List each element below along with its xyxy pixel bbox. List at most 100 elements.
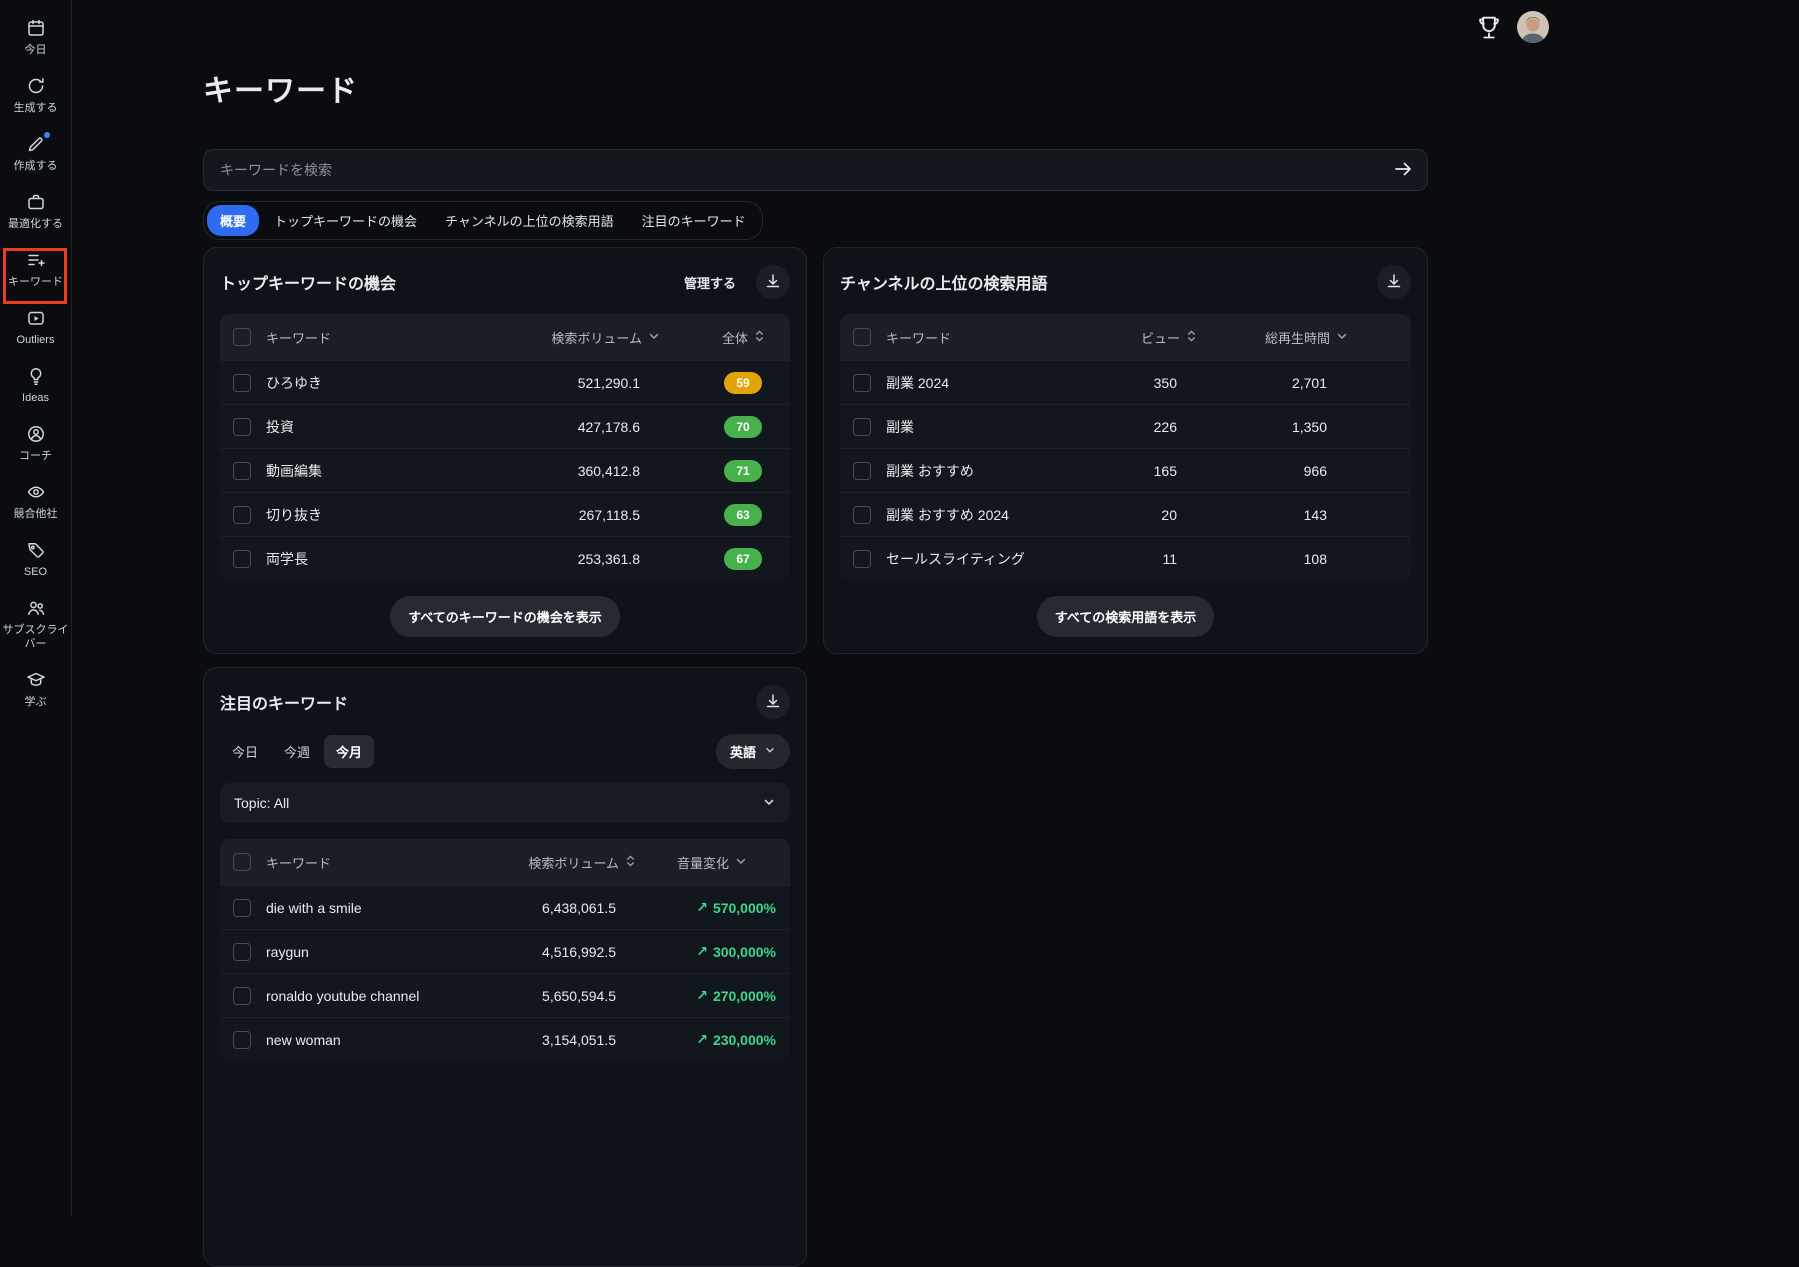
keyword-cell: ronaldo youtube channel — [266, 987, 420, 1004]
keyword-search-input[interactable] — [204, 162, 1379, 178]
card-channel-top-search-terms: チャンネルの上位の検索用語 キーワード ビュー 総再生時間 副業 2024 35… — [823, 247, 1428, 654]
sidebar-item-coach[interactable]: コーチ — [1, 424, 71, 463]
sidebar-item-outliers[interactable]: Outliers — [1, 308, 71, 347]
sidebar-item-label: 最適化する — [8, 218, 63, 230]
row-checkbox[interactable] — [853, 505, 871, 524]
sidebar-item-learn[interactable]: 学ぶ — [1, 670, 71, 709]
lightbulb-icon — [26, 366, 46, 386]
volume-change-cell: ↗ 270,000% — [696, 987, 776, 1004]
table-row[interactable]: ひろゆき 521,290.1 59 — [220, 360, 790, 404]
trend-up-icon: ↗ — [696, 987, 708, 1003]
volume-cell: 4,516,992.5 — [542, 943, 616, 960]
search-submit-button[interactable] — [1379, 159, 1427, 182]
column-header-search-volume[interactable]: 検索ボリューム — [430, 853, 640, 872]
table-row[interactable]: セールスライティング 11 108 — [840, 536, 1411, 580]
period-tab-today[interactable]: 今日 — [220, 735, 270, 768]
table-row[interactable]: 副業 2024 350 2,701 — [840, 360, 1411, 404]
sidebar-item-label: 今日 — [24, 44, 47, 56]
table-row[interactable]: 切り抜き 267,118.5 63 — [220, 492, 790, 536]
row-checkbox[interactable] — [233, 898, 251, 917]
row-checkbox[interactable] — [233, 549, 251, 568]
sidebar-item-today[interactable]: 今日 — [1, 18, 71, 57]
table-row[interactable]: new woman 3,154,051.5 ↗ 230,000% — [220, 1017, 790, 1061]
column-header-views[interactable]: ビュー — [1031, 328, 1201, 347]
views-cell: 11 — [1162, 550, 1177, 567]
column-header-overall[interactable]: 全体 — [670, 328, 790, 347]
tab-channel-top-search-terms[interactable]: チャンネルの上位の検索用語 — [432, 205, 627, 236]
column-header-search-volume[interactable]: 検索ボリューム — [470, 328, 670, 347]
volume-cell: 360,412.8 — [577, 462, 640, 479]
chevron-down-icon — [734, 854, 748, 871]
row-checkbox[interactable] — [233, 942, 251, 961]
keywords-icon — [26, 250, 46, 270]
manage-button[interactable]: 管理する — [678, 272, 742, 293]
language-dropdown[interactable]: 英語 — [715, 734, 790, 769]
tab-trending-keywords[interactable]: 注目のキーワード — [629, 205, 759, 236]
row-checkbox[interactable] — [233, 461, 251, 480]
sidebar-item-label: キーワード — [8, 276, 63, 288]
sidebar-item-seo[interactable]: SEO — [1, 540, 71, 579]
tab-top-keyword-opportunities[interactable]: トップキーワードの機会 — [261, 205, 430, 236]
eye-icon — [26, 482, 46, 502]
chevron-down-icon — [1335, 329, 1349, 346]
row-checkbox[interactable] — [233, 373, 251, 392]
views-cell: 20 — [1161, 506, 1177, 523]
sidebar-item-ideas[interactable]: Ideas — [1, 366, 71, 405]
topic-dropdown[interactable]: Topic: All — [220, 783, 790, 823]
row-checkbox[interactable] — [853, 549, 871, 568]
show-all-search-terms-button[interactable]: すべての検索用語を表示 — [1036, 596, 1215, 637]
table-row[interactable]: raygun 4,516,992.5 ↗ 300,000% — [220, 929, 790, 973]
page-title: キーワード — [203, 75, 358, 108]
select-all-checkbox[interactable] — [233, 328, 251, 346]
sidebar-item-create[interactable]: 作成する — [1, 132, 71, 173]
chevron-down-icon — [647, 329, 661, 346]
table-header: キーワード ビュー 総再生時間 — [840, 314, 1411, 360]
period-tab-this-week[interactable]: 今週 — [272, 735, 322, 768]
arrow-right-icon — [1393, 162, 1413, 182]
select-all-checkbox[interactable] — [853, 328, 871, 346]
download-button[interactable] — [1377, 265, 1411, 299]
table-row[interactable]: 副業 おすすめ 165 966 — [840, 448, 1411, 492]
user-avatar[interactable] — [1517, 11, 1549, 43]
card-title: チャンネルの上位の検索用語 — [840, 276, 1048, 293]
show-all-opportunities-button[interactable]: すべてのキーワードの機会を表示 — [390, 596, 620, 637]
create-icon — [26, 132, 50, 154]
row-checkbox[interactable] — [233, 505, 251, 524]
table-row[interactable]: 投資 427,178.6 70 — [220, 404, 790, 448]
row-checkbox[interactable] — [233, 1030, 251, 1049]
views-cell: 165 — [1153, 462, 1177, 479]
coach-icon — [26, 424, 46, 444]
row-checkbox[interactable] — [853, 461, 871, 480]
period-tab-this-month[interactable]: 今月 — [324, 735, 375, 768]
card-top-keyword-opportunities: トップキーワードの機会 管理する キーワード 検索ボリューム 全体 ひろゆき 5… — [203, 247, 807, 654]
column-header-volume-change[interactable]: 音量変化 — [640, 853, 790, 872]
row-checkbox[interactable] — [853, 417, 871, 436]
row-checkbox[interactable] — [233, 986, 251, 1005]
sidebar-item-competitors[interactable]: 競合他社 — [1, 482, 71, 521]
download-button[interactable] — [756, 685, 790, 719]
trophy-button[interactable] — [1474, 13, 1504, 43]
table-row[interactable]: ronaldo youtube channel 5,650,594.5 ↗ 270… — [220, 973, 790, 1017]
sidebar-item-subscribers[interactable]: サブスクライバー — [1, 598, 71, 651]
sidebar-item-label: 生成する — [13, 102, 58, 114]
sort-icon — [1185, 329, 1198, 346]
row-checkbox[interactable] — [233, 417, 251, 436]
table-row[interactable]: 動画編集 360,412.8 71 — [220, 448, 790, 492]
keyword-cell: new woman — [266, 1031, 341, 1048]
table-row[interactable]: 両学長 253,361.8 67 — [220, 536, 790, 580]
column-header-watch-time[interactable]: 総再生時間 — [1201, 328, 1411, 347]
volume-change-cell: ↗ 300,000% — [696, 943, 776, 960]
row-checkbox[interactable] — [853, 373, 871, 392]
sidebar-item-keywords[interactable]: キーワード — [1, 250, 71, 289]
download-button[interactable] — [756, 265, 790, 299]
sidebar-item-generate[interactable]: 生成する — [1, 76, 71, 115]
trend-up-icon: ↗ — [696, 943, 708, 959]
table-row[interactable]: die with a smile 6,438,061.5 ↗ 570,000% — [220, 885, 790, 929]
keyword-cell: 副業 — [886, 418, 914, 435]
select-all-checkbox[interactable] — [233, 853, 251, 871]
download-icon — [764, 272, 782, 293]
table-row[interactable]: 副業 226 1,350 — [840, 404, 1411, 448]
tab-overview[interactable]: 概要 — [207, 205, 260, 236]
sidebar-item-optimize[interactable]: 最適化する — [1, 192, 71, 231]
table-row[interactable]: 副業 おすすめ 2024 20 143 — [840, 492, 1411, 536]
